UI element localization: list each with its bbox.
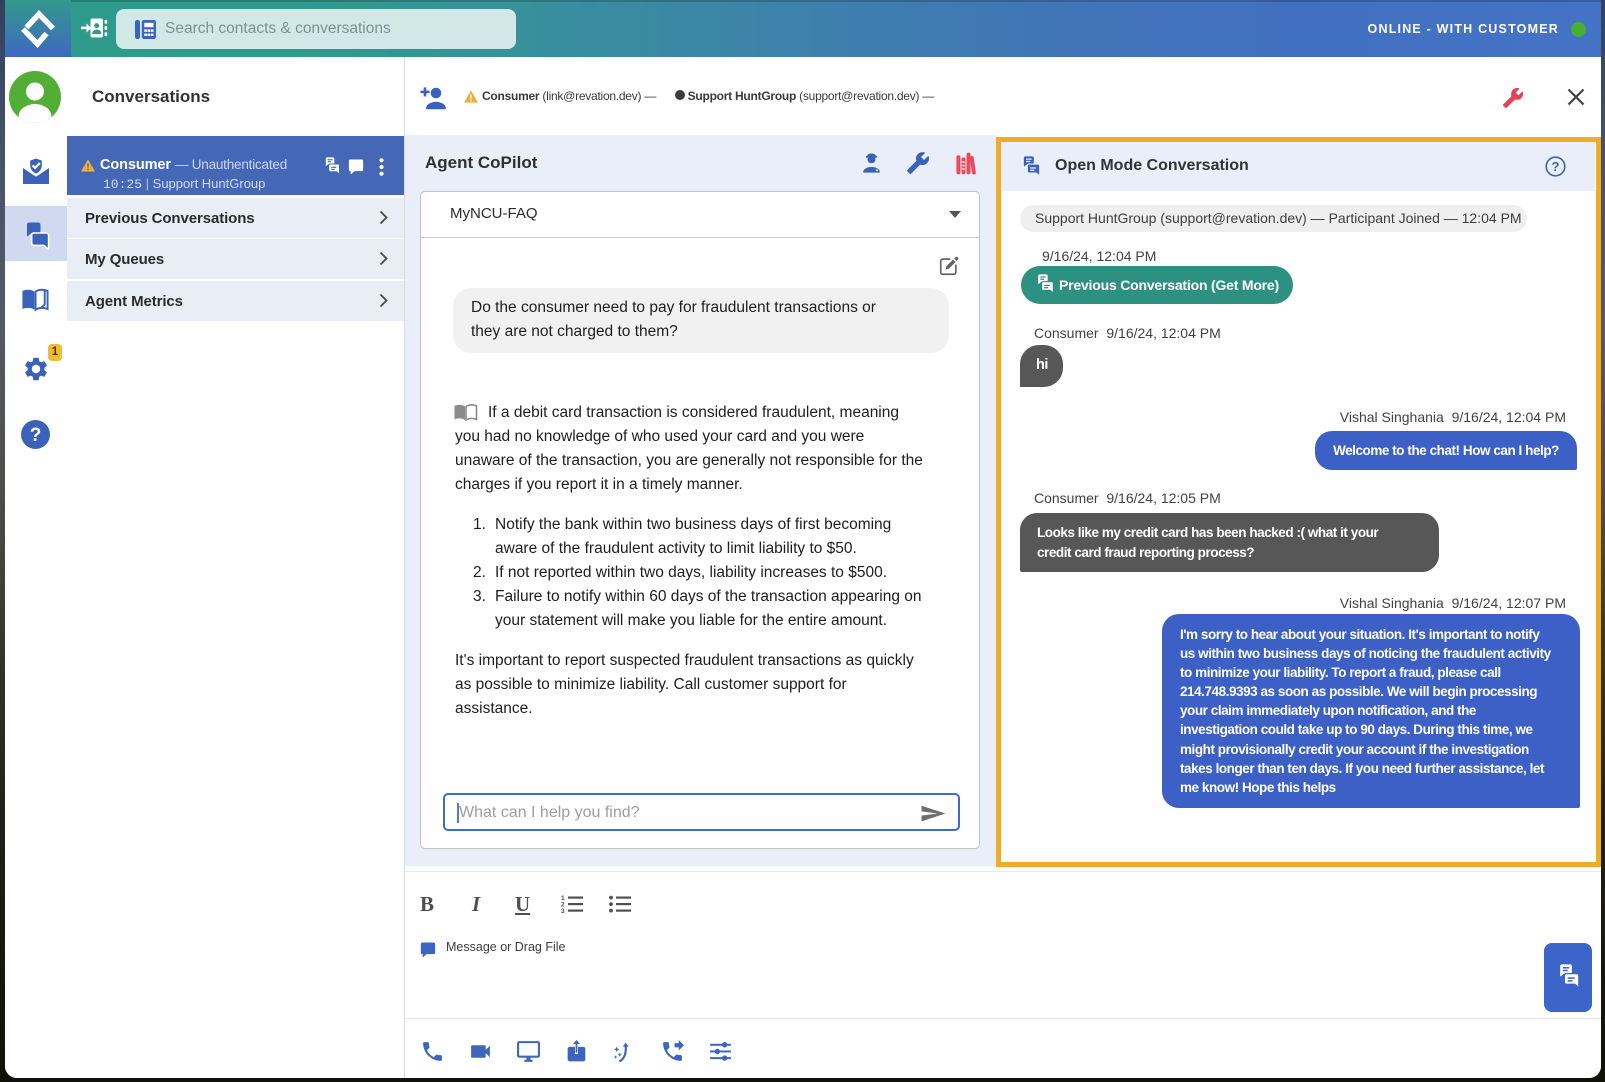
svg-text:?: ? (1552, 159, 1560, 174)
svg-text:3: 3 (561, 908, 565, 913)
svg-text:?: ? (30, 425, 42, 446)
